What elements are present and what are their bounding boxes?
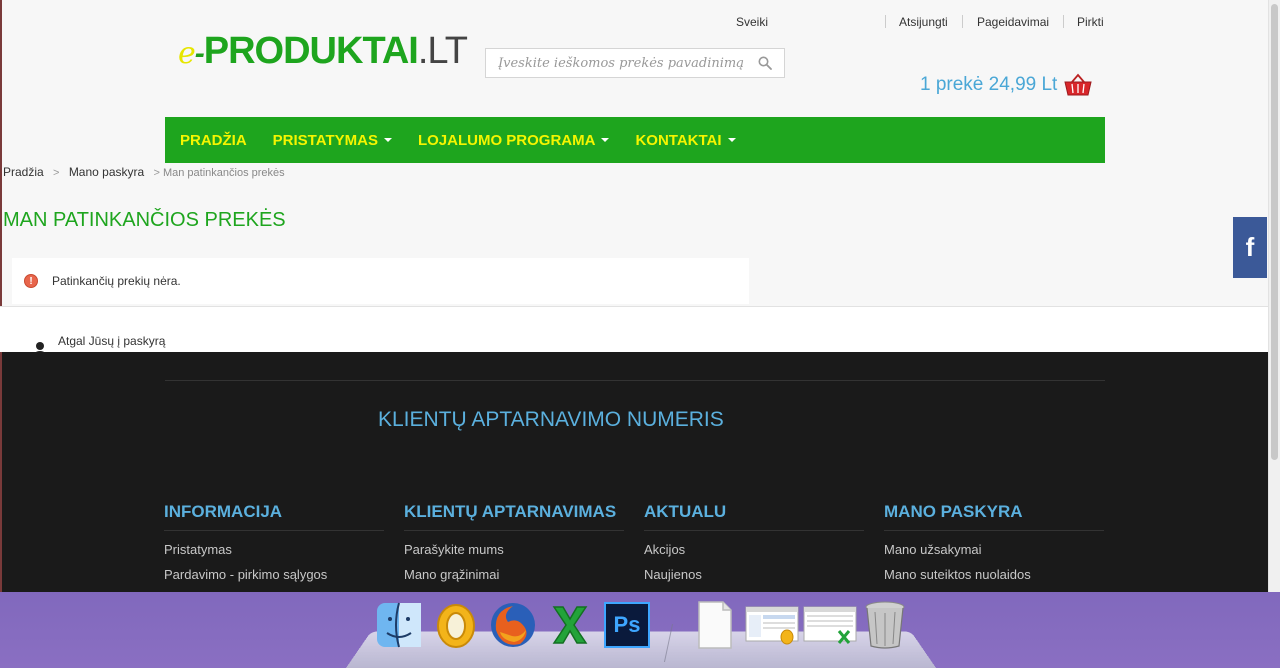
content-area (0, 306, 1268, 352)
excel-window-icon[interactable] (803, 600, 857, 650)
nav-item-delivery[interactable]: PRISTATYMAS (273, 132, 392, 149)
caret-down-icon (601, 138, 610, 142)
outlook-icon[interactable] (431, 600, 481, 650)
footer-column-service: KLIENTŲ APTARNAVIMAS Parašykite mums Man… (404, 502, 624, 582)
footer-divider (165, 380, 1105, 381)
outlook-window-icon[interactable] (745, 600, 799, 650)
back-link-text: Atgal Jūsų į paskyrą (58, 334, 166, 348)
site-logo[interactable]: e-PRODUKTAI.LT (178, 30, 468, 73)
footer-column-news: AKTUALU Akcijos Naujienos (644, 502, 864, 582)
nav-item-label: LOJALUMO PROGRAMA (417, 131, 596, 149)
nav-item-home[interactable]: PRADŽIA (180, 132, 247, 149)
footer-phone-title: KLIENTŲ APTARNAVIMO NUMERIS (378, 408, 724, 431)
wishlist-link[interactable]: Pageidavimai (977, 15, 1049, 29)
footer-column-title: KLIENTŲ APTARNAVIMAS (404, 502, 624, 531)
footer-link[interactable]: Pardavimo - pirkimo sąlygos (164, 567, 384, 582)
warning-icon: ! (24, 274, 38, 288)
breadcrumb-account[interactable]: Mano paskyra (69, 165, 144, 179)
photoshop-icon[interactable]: Ps (602, 600, 652, 650)
caret-down-icon (383, 138, 392, 142)
footer-link[interactable]: Mano užsakymai (884, 542, 1104, 557)
footer-link[interactable]: Akcijos (644, 542, 864, 557)
site-footer: KLIENTŲ APTARNAVIMO NUMERIS INFORMACIJA … (2, 352, 1268, 592)
document-icon[interactable] (690, 600, 740, 650)
footer-link[interactable]: Naujienos (644, 567, 864, 582)
breadcrumb-separator: > (53, 167, 60, 179)
footer-column-account: MANO PASKYRA Mano užsakymai Mano suteikt… (884, 502, 1104, 582)
search-input[interactable] (486, 49, 746, 77)
main-nav: PRADŽIA PRISTATYMAS LOJALUMO PROGRAMA KO… (165, 117, 1105, 163)
footer-column-title: MANO PASKYRA (884, 502, 1104, 531)
footer-column-info: INFORMACIJA Pristatymas Pardavimo - pirk… (164, 502, 384, 582)
nav-item-label: PRISTATYMAS (272, 131, 378, 149)
nav-item-label: KONTAKTAI (635, 131, 722, 149)
trash-icon[interactable] (860, 600, 910, 650)
cart-summary[interactable]: 1 prekė 24,99 Lt (920, 73, 1093, 97)
firefox-icon[interactable] (488, 600, 538, 650)
page-title: MAN PATINKANČIOS PREKĖS (3, 209, 286, 231)
link-separator (885, 15, 886, 28)
browser-window: e-PRODUKTAI.LT Sveiki Atsijungti Pageida… (0, 0, 1280, 592)
cart-summary-text: 1 prekė 24,99 Lt (920, 74, 1058, 95)
buy-link[interactable]: Pirkti (1077, 15, 1104, 29)
breadcrumb-current: Man patinkančios prekės (162, 167, 285, 179)
facebook-icon: f (1245, 232, 1255, 262)
logo-main: PRODUKTAI (203, 30, 419, 72)
facebook-button[interactable]: f (1233, 217, 1267, 278)
breadcrumb: Pradžia > Mano paskyra > Man patinkančios… (3, 165, 285, 179)
logo-e: e (178, 36, 196, 71)
nav-item-label: PRADŽIA (180, 131, 247, 149)
nav-item-contacts[interactable]: KONTAKTAI (635, 131, 736, 149)
breadcrumb-separator: > (153, 167, 160, 179)
logo-dash: - (194, 37, 205, 70)
link-separator (1063, 15, 1064, 28)
footer-link[interactable]: Mano grąžinimai (404, 567, 624, 582)
logo-lt: .LT (417, 30, 468, 72)
logout-link[interactable]: Atsijungti (899, 15, 948, 29)
nav-item-loyalty[interactable]: LOJALUMO PROGRAMA (418, 132, 610, 149)
alert-text: Patinkančių prekių nėra. (52, 274, 181, 288)
footer-column-title: INFORMACIJA (164, 502, 384, 531)
footer-link[interactable]: Mano suteiktos nuolaidos (884, 567, 1104, 582)
empty-alert: ! Patinkančių prekių nėra. (12, 258, 749, 304)
finder-icon[interactable] (374, 600, 424, 650)
photoshop-label: Ps (604, 602, 650, 648)
scrollbar-thumb[interactable] (1271, 4, 1278, 460)
link-separator (962, 15, 963, 28)
search-box (485, 48, 785, 78)
search-icon[interactable] (758, 56, 772, 70)
basket-icon (1064, 73, 1092, 96)
greeting-text: Sveiki (736, 15, 769, 29)
page-scrollbar[interactable] (1268, 0, 1280, 592)
footer-link[interactable]: Parašykite mums (404, 542, 624, 557)
caret-down-icon (727, 138, 736, 142)
footer-link[interactable]: Pristatymas (164, 542, 384, 557)
excel-icon[interactable] (545, 600, 595, 650)
breadcrumb-home[interactable]: Pradžia (3, 165, 44, 179)
footer-column-title: AKTUALU (644, 502, 864, 531)
